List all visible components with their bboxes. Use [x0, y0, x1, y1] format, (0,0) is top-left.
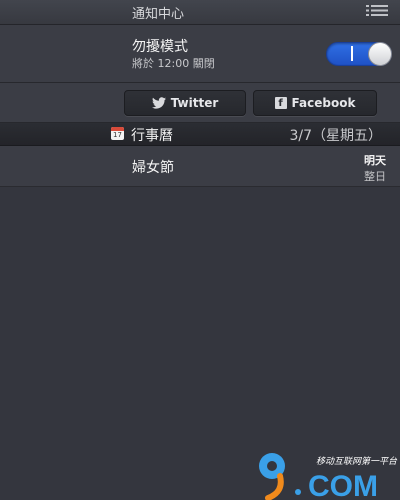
event-name: 婦女節 — [132, 160, 174, 176]
toggle-on-mark — [351, 46, 353, 61]
twitter-label: Twitter — [170, 96, 219, 110]
facebook-f-icon: f — [274, 97, 287, 109]
notification-center-header: 通知中心 — [0, 0, 400, 25]
list-icon[interactable] — [366, 4, 388, 20]
watermark-slogan: 移动互联网第一平台 — [316, 456, 398, 467]
calendar-icon: 17 — [111, 127, 124, 140]
event-time: 整日 — [364, 170, 386, 183]
event-day: 明天 — [364, 154, 386, 167]
twitter-bird-icon — [151, 97, 166, 109]
calendar-event-row[interactable]: 婦女節 明天 整日 — [0, 146, 400, 187]
calendar-section-header[interactable]: 17 行事曆 3/7（星期五） — [0, 123, 400, 146]
twitter-button[interactable]: Twitter — [124, 90, 246, 116]
toggle-knob[interactable] — [368, 42, 392, 66]
watermark-domain: COM — [308, 470, 378, 500]
site-watermark-logo: 9 移动互联网第一平台 COM — [258, 453, 398, 500]
facebook-label: Facebook — [291, 96, 356, 110]
watermark-logo-number: 9 — [258, 475, 259, 477]
calendar-icon-number: 17 — [113, 131, 122, 139]
calendar-date: 3/7（星期五） — [289, 128, 382, 144]
do-not-disturb-title: 勿擾模式 — [132, 39, 188, 55]
do-not-disturb-row: 勿擾模式 將於 12:00 關閉 — [0, 25, 400, 83]
share-row: Twitter f Facebook — [0, 83, 400, 123]
notification-center-title: 通知中心 — [132, 7, 185, 22]
do-not-disturb-toggle[interactable] — [326, 42, 392, 66]
calendar-title: 行事曆 — [131, 128, 173, 144]
facebook-button[interactable]: f Facebook — [253, 90, 377, 116]
do-not-disturb-subtitle: 將於 12:00 關閉 — [132, 57, 215, 70]
